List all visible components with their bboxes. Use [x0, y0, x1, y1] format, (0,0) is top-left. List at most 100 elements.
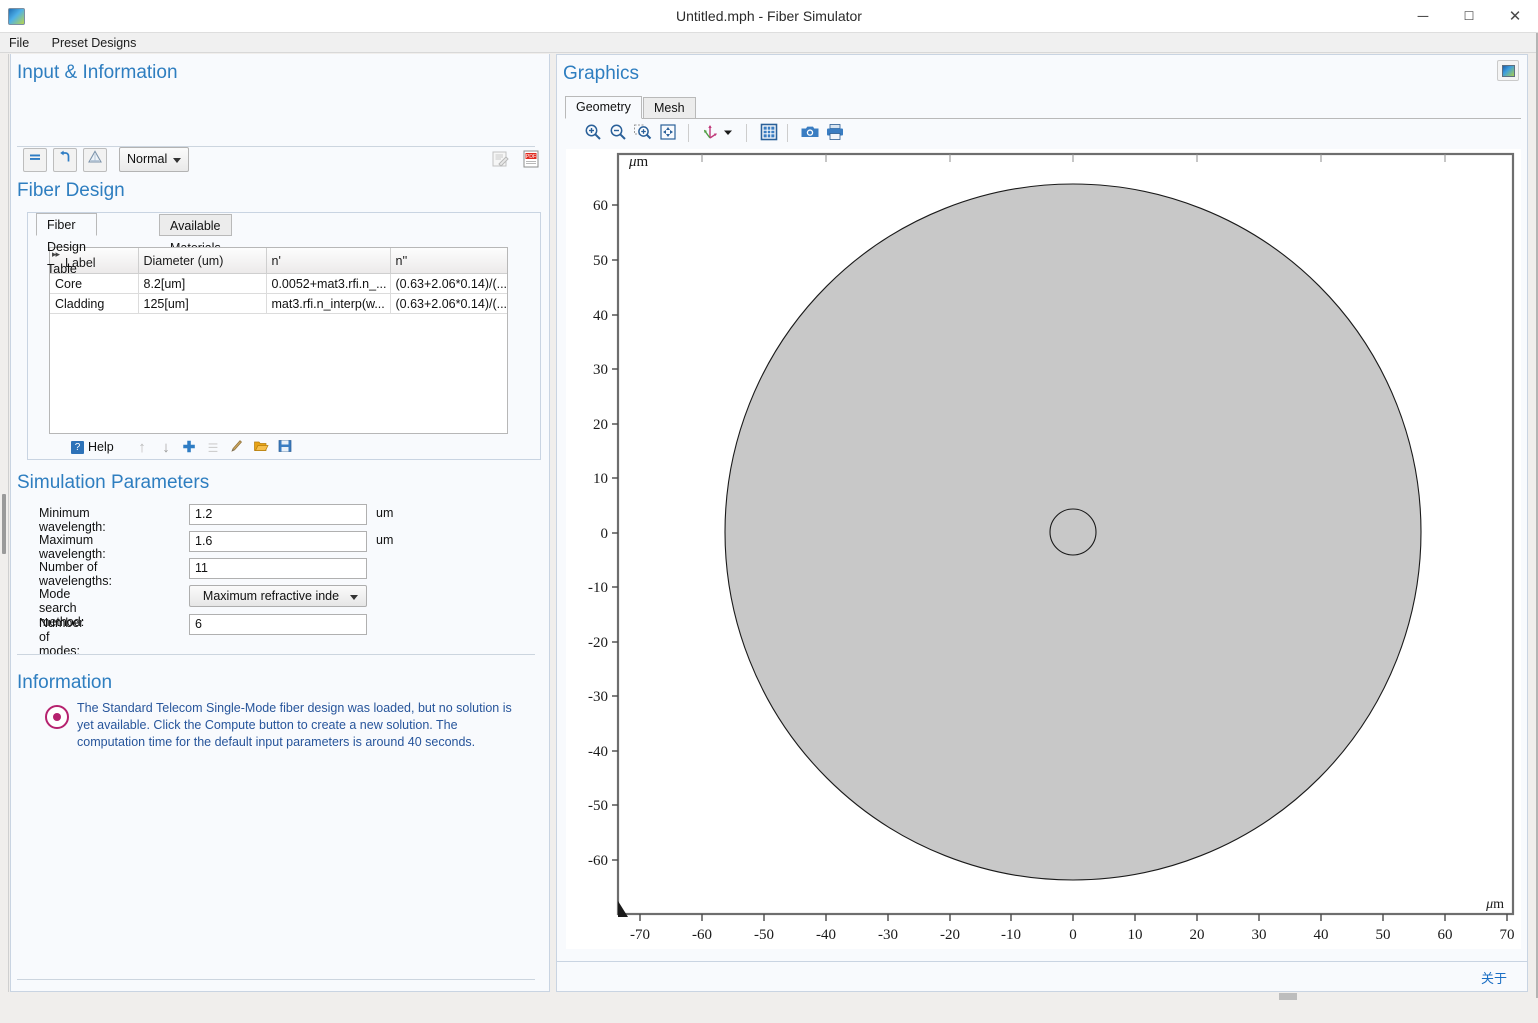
pdf-button[interactable]: PDF: [519, 148, 543, 172]
help-label[interactable]: Help: [88, 440, 114, 454]
svg-text:-20: -20: [588, 635, 608, 651]
about-link[interactable]: 关于: [1481, 968, 1507, 987]
svg-text:-30: -30: [878, 927, 898, 943]
table-header-row: ▸▸ Label Diameter (um) n' n'': [50, 248, 507, 274]
maximize-button[interactable]: ☐: [1446, 0, 1492, 33]
axis-orientation-icon[interactable]: [699, 122, 721, 144]
geometry-plot[interactable]: μm μm 60 50 40 30 20 10 0 -10 -20 -30 -4…: [566, 149, 1521, 949]
svg-text:0: 0: [1069, 927, 1077, 943]
graphics-heading: Graphics: [563, 63, 640, 84]
menu-item-preset-designs[interactable]: Preset Designs: [43, 33, 146, 53]
svg-text:-50: -50: [588, 798, 608, 814]
table-row[interactable]: Core 8.2[um] 0.0052+mat3.rfi.n_... (0.63…: [50, 273, 507, 294]
svg-text:PDF: PDF: [526, 154, 536, 160]
tab-geometry[interactable]: Geometry: [565, 96, 642, 119]
tab-fiber-design-table[interactable]: Fiber Design Table: [36, 213, 97, 276]
bottom-resize-nub[interactable]: [1279, 993, 1297, 1000]
graphics-status-bar: 关于: [557, 961, 1527, 991]
quality-select[interactable]: Normal: [119, 147, 189, 172]
graphics-panel: Graphics Geometry Mesh μm μm 60 50 40 30…: [556, 54, 1528, 992]
svg-text:30: 30: [593, 362, 608, 378]
svg-text:10: 10: [593, 471, 608, 487]
help-badge-icon[interactable]: ?: [71, 441, 84, 454]
load-from-file-icon[interactable]: [251, 438, 271, 458]
label-number-of-modes: Number of modes:: [39, 616, 84, 658]
cell-n-doubleprime[interactable]: (0.63+2.06*0.14)/(...: [390, 273, 507, 294]
clear-table-icon[interactable]: [227, 438, 247, 458]
svg-text:10: 10: [1128, 927, 1143, 943]
number-of-modes-input[interactable]: 6: [189, 614, 367, 635]
svg-text:-20: -20: [940, 927, 960, 943]
minimize-button[interactable]: ─: [1400, 0, 1446, 33]
cell-n-prime[interactable]: 0.0052+mat3.rfi.n_...: [266, 273, 391, 294]
grid-toggle-icon[interactable]: [758, 122, 780, 144]
svg-text:40: 40: [593, 308, 608, 324]
number-of-wavelengths-input[interactable]: 11: [189, 558, 367, 579]
svg-text:-10: -10: [588, 580, 608, 596]
fiber-design-box: Fiber Design Table Available Materials ▸…: [27, 212, 541, 460]
print-icon[interactable]: [824, 122, 846, 144]
report-button[interactable]: [488, 148, 512, 172]
zoom-in-icon[interactable]: [582, 122, 604, 144]
fiber-design-grid: ▸▸ Label Diameter (um) n' n'' Core 8.2[u…: [50, 248, 507, 314]
zoom-out-icon[interactable]: [607, 122, 629, 144]
snapshot-icon[interactable]: [799, 122, 821, 144]
x-axis-unit-label: μm: [1485, 897, 1504, 912]
table-row[interactable]: Cladding 125[um] mat3.rfi.n_interp(w... …: [50, 293, 507, 314]
warning-button[interactable]: [83, 148, 107, 172]
svg-text:-60: -60: [692, 927, 712, 943]
input-toolbar: Normal PDF: [23, 146, 543, 174]
application-window: Untitled.mph - Fiber Simulator ─ ☐ ✕ Fil…: [0, 0, 1538, 1023]
maximum-wavelength-input[interactable]: 1.6: [189, 531, 367, 552]
quality-select-value: Normal: [127, 152, 168, 166]
left-splitter-handle[interactable]: [0, 54, 9, 992]
svg-text:50: 50: [1376, 927, 1391, 943]
graphics-window-glyph: [1502, 65, 1515, 77]
delete-row-icon[interactable]: ☰: [203, 438, 223, 458]
svg-text:40: 40: [1314, 927, 1329, 943]
toolbar-separator: [688, 124, 689, 142]
move-down-icon[interactable]: ↓: [156, 438, 176, 458]
core-circle: [1049, 508, 1097, 556]
column-header-n-prime[interactable]: n': [266, 248, 391, 274]
window-bottom-strip: [9, 993, 1529, 1023]
information-divider: [17, 979, 535, 980]
x-axis-ticks: -70 -60 -50 -40 -30 -20 -10 0 10 20 30 4…: [630, 914, 1515, 943]
label-minimum-wavelength: Minimum wavelength:: [39, 506, 106, 534]
cell-n-prime[interactable]: mat3.rfi.n_interp(w...: [266, 293, 391, 314]
y-axis-ticks: 60 50 40 30 20 10 0 -10 -20 -30 -40 -50 …: [588, 198, 618, 869]
mode-search-method-select[interactable]: Maximum refractive inde: [189, 585, 367, 607]
toolbar-separator: [787, 124, 788, 142]
minimum-wavelength-input[interactable]: 1.2: [189, 504, 367, 525]
graphics-window-icon[interactable]: [1497, 60, 1519, 81]
move-up-icon[interactable]: ↑: [132, 438, 152, 458]
compute-button[interactable]: [23, 148, 47, 172]
cell-diameter[interactable]: 8.2[um]: [138, 273, 267, 294]
add-row-icon[interactable]: ✚: [179, 438, 199, 458]
axis-dropdown-caret-icon[interactable]: [721, 122, 735, 144]
zoom-box-icon[interactable]: [632, 122, 654, 144]
column-header-diameter[interactable]: Diameter (um): [138, 248, 267, 274]
svg-text:0: 0: [601, 526, 609, 542]
geometry-shapes: [724, 183, 1422, 881]
fiber-design-table[interactable]: ▸▸ Label Diameter (um) n' n'' Core 8.2[u…: [49, 247, 508, 434]
cell-label[interactable]: Cladding: [50, 293, 139, 314]
cell-diameter[interactable]: 125[um]: [138, 293, 267, 314]
svg-text:20: 20: [593, 417, 608, 433]
svg-text:-50: -50: [754, 927, 774, 943]
reset-button[interactable]: [53, 148, 77, 172]
tab-mesh[interactable]: Mesh: [643, 97, 696, 119]
column-header-n-doubleprime[interactable]: n'': [390, 248, 507, 274]
zoom-extents-icon[interactable]: [657, 122, 679, 144]
y-axis-unit-label: μm: [628, 154, 649, 170]
close-button[interactable]: ✕: [1492, 0, 1538, 33]
information-heading: Information: [17, 672, 113, 693]
cell-n-doubleprime[interactable]: (0.63+2.06*0.14)/(...: [390, 293, 507, 314]
title-bar: Untitled.mph - Fiber Simulator ─ ☐ ✕: [0, 0, 1538, 33]
svg-text:20: 20: [1190, 927, 1205, 943]
save-to-file-icon[interactable]: [275, 438, 295, 458]
menu-item-file[interactable]: File: [0, 33, 38, 53]
information-message: The Standard Telecom Single-Mode fiber d…: [77, 701, 512, 749]
tab-available-materials[interactable]: Available Materials: [159, 214, 232, 255]
menu-bar: File Preset Designs: [0, 33, 1538, 53]
